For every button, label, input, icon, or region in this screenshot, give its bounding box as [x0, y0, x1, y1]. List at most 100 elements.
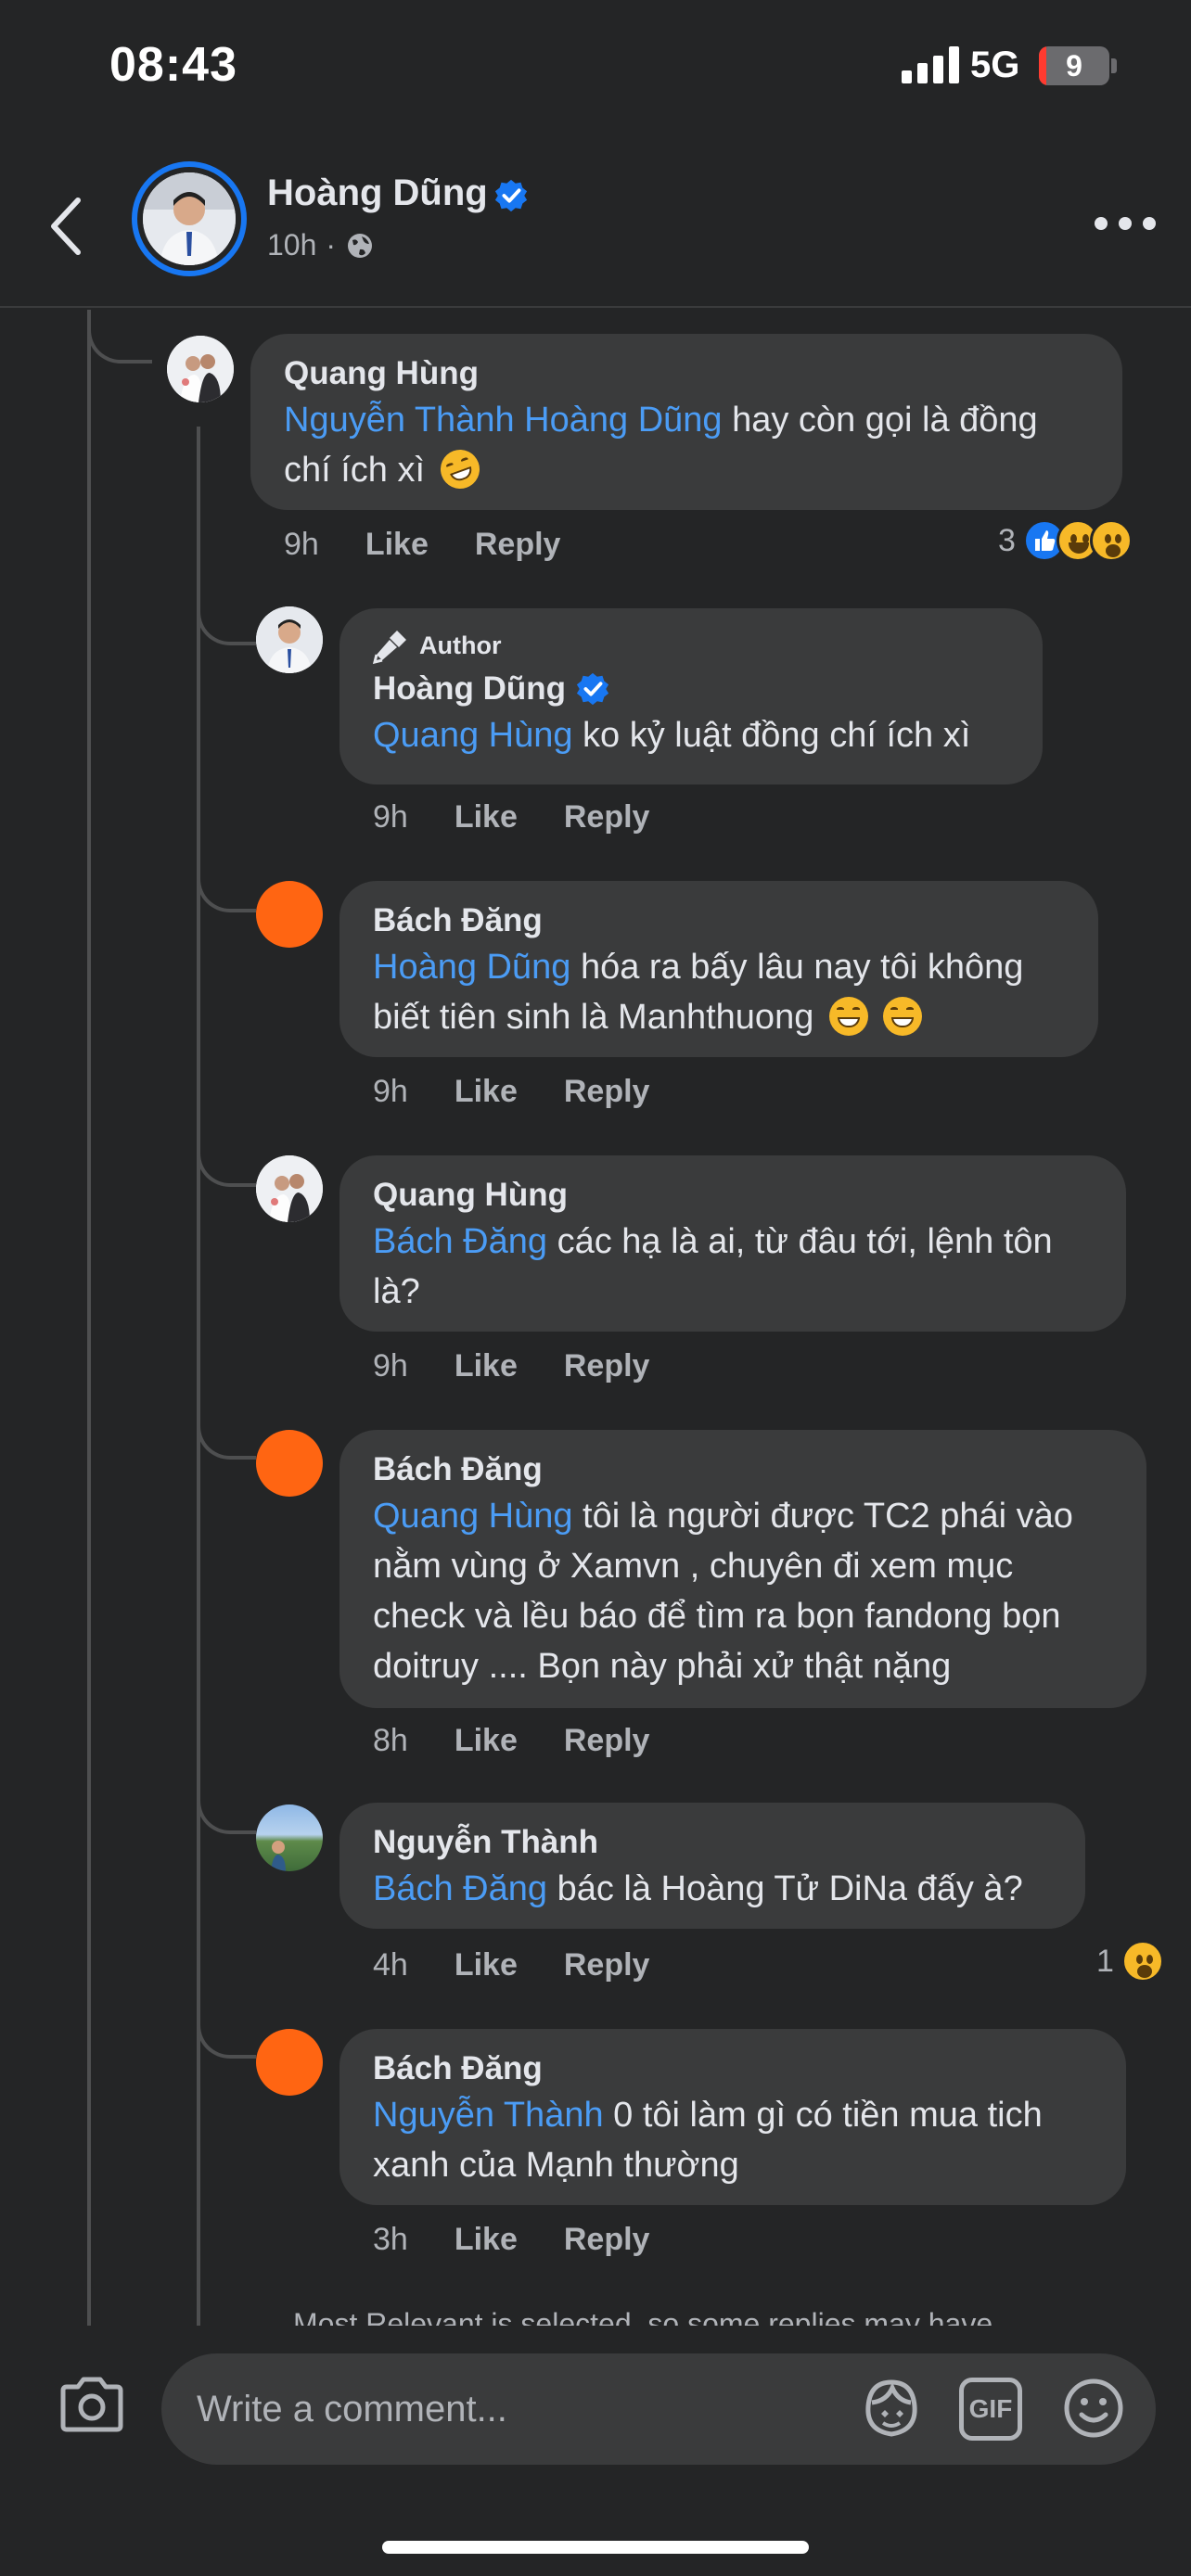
mention-link[interactable]: Quang Hùng	[373, 716, 573, 755]
reaction-count: 1	[1096, 1943, 1114, 1979]
verified-badge-icon	[494, 179, 528, 212]
mention-link[interactable]: Quang Hùng	[373, 1497, 573, 1536]
person-photo-icon	[143, 172, 236, 265]
comment-text: doitruy .... Bọn này phải xử thật nặng	[373, 1647, 952, 1686]
thread-connector	[197, 1408, 256, 1460]
couple-photo-icon	[167, 336, 234, 402]
commenter-avatar[interactable]	[256, 2029, 323, 2096]
home-indicator	[382, 2541, 809, 2554]
camera-icon[interactable]	[58, 2376, 126, 2433]
reply-button[interactable]: Reply	[564, 1723, 650, 1759]
like-button[interactable]: Like	[455, 1723, 518, 1759]
comment-author[interactable]: Quang Hùng	[284, 352, 1089, 395]
comment-author[interactable]: Bách Đăng	[373, 2047, 1093, 2090]
comment-bubble[interactable]: Bách Đăng Nguyễn Thành 0 tôi làm gì có t…	[339, 2029, 1126, 2205]
reply-button[interactable]: Reply	[564, 1947, 650, 1983]
mention-link[interactable]: Bách Đăng	[373, 1869, 547, 1908]
verified-badge-icon	[576, 672, 609, 706]
comment-author[interactable]: Bách Đăng	[373, 1448, 1113, 1491]
comment-bubble[interactable]: Author Hoàng Dũng Quang Hùng ko kỷ luật …	[339, 608, 1043, 784]
comment-author[interactable]: Nguyễn Thành	[373, 1821, 1052, 1864]
comment-text-part: là?	[373, 1272, 420, 1311]
reply-button[interactable]: Reply	[564, 799, 650, 835]
comment-text-part: ko kỷ luật đồng chí ích xì	[572, 716, 971, 755]
mention-link[interactable]: Nguyễn Thành Hoàng Dũng	[284, 401, 723, 440]
comment-text: Bách Đăng bác là Hoàng Tử DiNa đấy à?	[373, 1864, 1052, 1914]
globe-icon	[348, 233, 373, 258]
commenter-avatar[interactable]	[167, 336, 234, 402]
meta-separator: ·	[326, 228, 337, 261]
gif-label: GIF	[968, 2394, 1013, 2423]
like-button[interactable]: Like	[455, 1348, 518, 1384]
comment-bubble[interactable]: Quang Hùng Bách Đăng các hạ là ai, từ đâ…	[339, 1155, 1126, 1332]
emoji-icon[interactable]	[1061, 2376, 1126, 2441]
commenter-avatar[interactable]	[256, 606, 323, 673]
reply-button[interactable]: Reply	[564, 1348, 650, 1384]
back-button[interactable]	[39, 189, 95, 263]
comment-text: là?	[373, 1267, 1093, 1317]
author-badge-label: Author	[419, 631, 502, 659]
thread-line-replies	[197, 427, 200, 2327]
comment-bubble[interactable]: Bách Đăng Quang Hùng tôi là người được T…	[339, 1430, 1146, 1708]
commenter-avatar[interactable]	[256, 881, 323, 948]
avatar-sticker-icon[interactable]	[859, 2377, 924, 2442]
like-button[interactable]: Like	[365, 527, 429, 563]
comment-text: nằm vùng ở Xamvn , chuyên đi xem mục	[373, 1547, 1014, 1586]
mention-link[interactable]: Nguyễn Thành	[373, 2096, 604, 2135]
comment-time: 4h	[373, 1947, 408, 1983]
author-name[interactable]: Hoàng Dũng	[267, 172, 488, 214]
comment-text-part: các hạ là ai, từ đâu tới, lệnh tôn	[547, 1222, 1053, 1261]
comment-author-row: Hoàng Dũng	[373, 668, 1009, 710]
comment-time: 9h	[373, 1348, 408, 1384]
battery-cap	[1111, 58, 1117, 73]
reaction-summary[interactable]: 3	[998, 519, 1133, 562]
like-button[interactable]: Like	[455, 1947, 518, 1983]
dot	[1143, 217, 1156, 230]
comment-bubble[interactable]: Nguyễn Thành Bách Đăng bác là Hoàng Tử D…	[339, 1803, 1085, 1929]
commenter-avatar[interactable]	[256, 1155, 323, 1222]
comment-text: xanh của Mạnh thường	[373, 2146, 739, 2185]
more-options-button[interactable]	[1095, 210, 1156, 237]
comment-author[interactable]: Bách Đăng	[373, 899, 1065, 942]
comment-composer: GIF	[0, 2326, 1191, 2576]
comment-author[interactable]: Hoàng Dũng	[373, 668, 566, 710]
comment-time: 9h	[373, 799, 408, 835]
like-button[interactable]: Like	[455, 1074, 518, 1110]
like-button[interactable]: Like	[455, 2222, 518, 2258]
comment-text-part: hóa ra bấy lâu nay tôi không	[570, 948, 1024, 987]
person-photo-icon	[256, 606, 323, 673]
comment-text: Quang Hùng tôi là người được TC2 phái và…	[373, 1491, 1113, 1541]
reply-button[interactable]: Reply	[475, 527, 561, 563]
comment-bubble[interactable]: Bách Đăng Hoàng Dũng hóa ra bấy lâu nay …	[339, 881, 1098, 1057]
reply-button[interactable]: Reply	[564, 1074, 650, 1110]
thread-line-root	[87, 310, 91, 2327]
comment-text: Nguyễn Thành 0 tôi làm gì có tiền mua ti…	[373, 2090, 1093, 2140]
comment-bubble[interactable]: Quang Hùng Nguyễn Thành Hoàng Dũng hay c…	[250, 334, 1122, 510]
reaction-summary[interactable]: 1	[1096, 1940, 1164, 1983]
comment-time: 8h	[373, 1723, 408, 1758]
comment-author[interactable]: Quang Hùng	[373, 1174, 1093, 1217]
comment-actions: 3h Like Reply	[373, 2222, 649, 2258]
post-time: 10h	[267, 228, 317, 261]
grin-emoji-icon	[883, 997, 923, 1036]
network-label: 5G	[970, 45, 1020, 85]
mention-link[interactable]: Hoàng Dũng	[373, 948, 570, 987]
mention-link[interactable]: Bách Đăng	[373, 1222, 547, 1261]
status-bar: 08:43 5G 9	[0, 0, 1191, 139]
comment-text: biết tiên sinh là Manhthuong	[373, 992, 1065, 1042]
reply-button[interactable]: Reply	[564, 2222, 650, 2258]
commenter-avatar[interactable]	[256, 1804, 323, 1871]
signal-icon	[902, 46, 959, 83]
comment-text-part: 0 tôi làm gì có tiền mua tich	[603, 2096, 1043, 2135]
comment-actions: 4h Like Reply	[373, 1947, 649, 1983]
comment-text: Hoàng Dũng hóa ra bấy lâu nay tôi không	[373, 942, 1065, 992]
comment-actions: 9h Like Reply	[373, 1074, 649, 1110]
status-time: 08:43	[109, 38, 237, 92]
commenter-avatar[interactable]	[256, 1430, 323, 1497]
author-avatar[interactable]	[143, 172, 236, 265]
like-button[interactable]: Like	[455, 799, 518, 835]
thread-connector	[197, 1135, 256, 1187]
wow-reaction-icon	[1121, 1940, 1164, 1983]
comment-text-part: tôi là người được TC2 phái vào	[572, 1497, 1073, 1536]
gif-button[interactable]: GIF	[959, 2378, 1022, 2441]
